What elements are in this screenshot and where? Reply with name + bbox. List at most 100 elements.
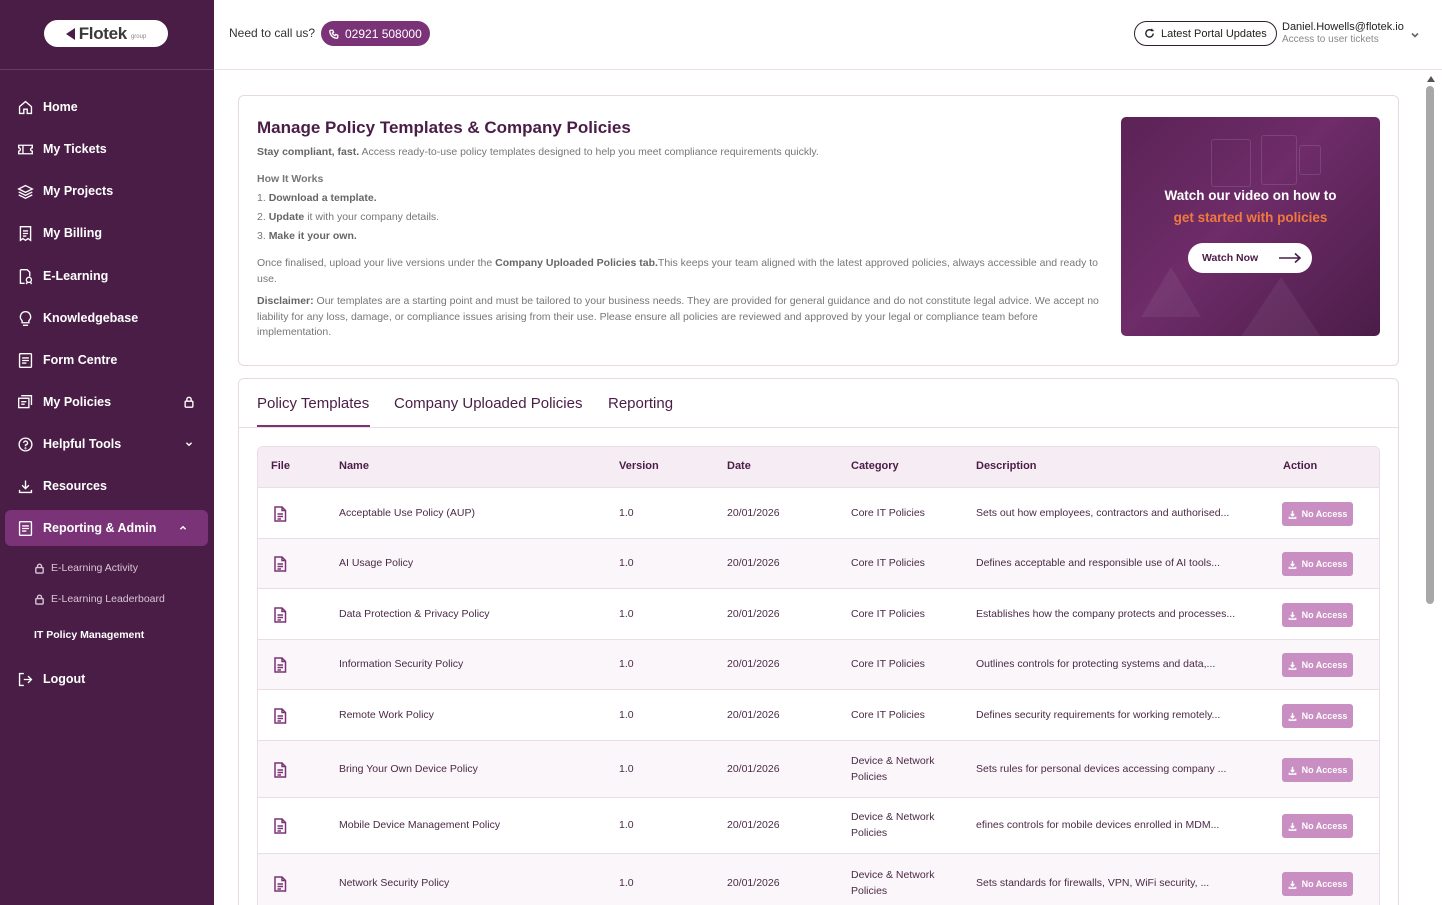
step-2: 2. Update it with your company details. xyxy=(257,210,439,226)
cell-version: 1.0 xyxy=(619,608,634,620)
column-header-action: Action xyxy=(1283,460,1318,472)
sidebar-item-helpful-tools[interactable]: Helpful Tools xyxy=(0,426,214,462)
layers-icon xyxy=(17,183,34,200)
column-header-name: Name xyxy=(339,460,369,472)
intro-lead: Stay compliant, fast. Access ready-to-us… xyxy=(257,145,819,161)
sidebar-subitem-e-learning-leaderboard[interactable]: E-Learning Leaderboard xyxy=(34,593,165,605)
document-decoration xyxy=(1261,135,1297,185)
tab-policy-templates[interactable]: Policy Templates xyxy=(257,395,369,412)
cell-version: 1.0 xyxy=(619,557,634,569)
table-header: File Name Version Date Category Descript… xyxy=(258,447,1379,487)
intro-card: Manage Policy Templates & Company Polici… xyxy=(238,95,1399,366)
table-row: Remote Work Policy 1.0 20/01/2026 Core IT P… xyxy=(258,689,1379,740)
how-it-works-title: How It Works xyxy=(257,173,324,185)
disclaimer: Disclaimer: Our templates are a starting… xyxy=(257,294,1103,341)
phone-icon xyxy=(329,29,339,39)
step-bold: Update xyxy=(268,211,305,223)
sidebar-item-home[interactable]: Home xyxy=(0,89,214,125)
download-icon xyxy=(17,478,34,495)
refresh-icon xyxy=(1145,28,1154,38)
document-icon[interactable] xyxy=(273,607,287,623)
no-access-button[interactable]: No Access xyxy=(1282,552,1353,576)
logo-text: Flotek xyxy=(78,23,128,43)
cell-category: Device & Network Policies xyxy=(851,811,935,839)
sidebar-subitem-label: E-Learning Leaderboard xyxy=(51,593,165,605)
table-row: Mobile Device Management Policy 1.0 20/01/… xyxy=(258,797,1379,853)
step-bold: Download a template. xyxy=(268,192,377,204)
no-access-label: No Access xyxy=(1301,610,1348,620)
table-row: AI Usage Policy 1.0 20/01/2026 Core IT Poli… xyxy=(258,538,1379,588)
column-header-date: Date xyxy=(727,460,751,472)
phone-button[interactable]: 02921 508000 xyxy=(321,21,430,46)
user-email[interactable]: Daniel.Howells@flotek.io xyxy=(1282,21,1404,33)
sidebar-item-my-tickets[interactable]: My Tickets xyxy=(0,131,214,167)
sidebar-item-my-billing[interactable]: My Billing xyxy=(0,215,214,251)
cell-name: Information Security Policy xyxy=(339,658,464,670)
sidebar-item-my-projects[interactable]: My Projects xyxy=(0,173,214,209)
sidebar-item-label: My Projects xyxy=(43,184,114,198)
document-icon[interactable] xyxy=(273,657,287,673)
column-header-description: Description xyxy=(976,460,1037,472)
lock-icon xyxy=(182,395,196,409)
download-icon xyxy=(1288,766,1297,775)
cell-date: 20/01/2026 xyxy=(727,819,780,831)
cell-name: Bring Your Own Device Policy xyxy=(339,763,478,775)
cell-date: 20/01/2026 xyxy=(727,557,780,569)
cell-description: Defines security requirements for workin… xyxy=(976,709,1221,721)
document-icon[interactable] xyxy=(273,876,287,892)
sidebar-item-reporting-admin[interactable]: Reporting & Admin xyxy=(5,510,208,546)
document-icon[interactable] xyxy=(273,762,287,778)
no-access-button[interactable]: No Access xyxy=(1282,502,1353,526)
tab-reporting[interactable]: Reporting xyxy=(608,395,673,412)
sidebar-subitem-e-learning-activity[interactable]: E-Learning Activity xyxy=(34,562,138,574)
sidebar-item-resources[interactable]: Resources xyxy=(0,468,214,504)
no-access-button[interactable]: No Access xyxy=(1282,814,1353,838)
sidebar-item-label: My Policies xyxy=(43,395,112,409)
logo-sub: group xyxy=(130,33,147,40)
top-bar: Need to call us? 02921 508000 Latest Por… xyxy=(214,0,1442,70)
watch-now-button[interactable]: Watch Now xyxy=(1188,243,1312,273)
table-row: Bring Your Own Device Policy 1.0 20/01/202… xyxy=(258,740,1379,797)
latest-portal-updates-button[interactable]: Latest Portal Updates xyxy=(1134,21,1277,46)
no-access-button[interactable]: No Access xyxy=(1282,758,1353,782)
no-access-button[interactable]: No Access xyxy=(1282,704,1353,728)
active-tab-indicator xyxy=(257,425,370,427)
document-decoration xyxy=(1211,139,1251,187)
no-access-label: No Access xyxy=(1301,509,1348,519)
download-icon xyxy=(1288,661,1297,670)
document-icon[interactable] xyxy=(273,556,287,572)
cell-description: Defines acceptable and responsible use o… xyxy=(976,557,1220,569)
no-access-button[interactable]: No Access xyxy=(1282,653,1353,677)
upload-pre: Once finalised, upload your live version… xyxy=(257,257,496,269)
scrollbar-thumb[interactable] xyxy=(1426,86,1434,604)
tab-company-uploaded-policies[interactable]: Company Uploaded Policies xyxy=(394,395,582,412)
chevron-down-icon xyxy=(182,437,196,451)
document-icon[interactable] xyxy=(273,708,287,724)
sidebar-item-knowledgebase[interactable]: Knowledgebase xyxy=(0,300,214,336)
scroll-up-arrow[interactable] xyxy=(1427,76,1435,82)
document-icon[interactable] xyxy=(273,506,287,522)
triangle-decoration xyxy=(1241,277,1321,336)
cell-description: Sets out how employees, contractors and … xyxy=(976,507,1230,519)
sidebar-subitem-it-policy-management[interactable]: IT Policy Management xyxy=(34,629,144,641)
logout-button[interactable]: Logout xyxy=(0,661,214,697)
cell-description: Outlines controls for protecting systems… xyxy=(976,658,1216,670)
download-icon xyxy=(1288,712,1297,721)
step-number: 2. xyxy=(257,211,269,223)
cell-name: Remote Work Policy xyxy=(339,709,434,721)
sidebar-item-e-learning[interactable]: E-Learning xyxy=(0,258,214,294)
logo-mark-icon xyxy=(65,27,75,40)
cell-date: 20/01/2026 xyxy=(727,507,780,519)
cell-version: 1.0 xyxy=(619,763,634,775)
document-icon[interactable] xyxy=(273,818,287,834)
cell-category: Core IT Policies xyxy=(851,658,925,670)
sidebar-item-my-policies[interactable]: My Policies xyxy=(0,384,214,420)
no-access-button[interactable]: No Access xyxy=(1282,872,1353,896)
no-access-button[interactable]: No Access xyxy=(1282,603,1353,627)
sidebar-item-form-centre[interactable]: Form Centre xyxy=(0,342,214,378)
cell-date: 20/01/2026 xyxy=(727,608,780,620)
sidebar-item-label: Form Centre xyxy=(43,353,118,367)
chevron-down-icon[interactable] xyxy=(1410,27,1422,39)
video-banner[interactable]: Watch our video on how to get started wi… xyxy=(1121,117,1380,336)
flotek-logo[interactable]: Flotek group xyxy=(44,20,168,47)
